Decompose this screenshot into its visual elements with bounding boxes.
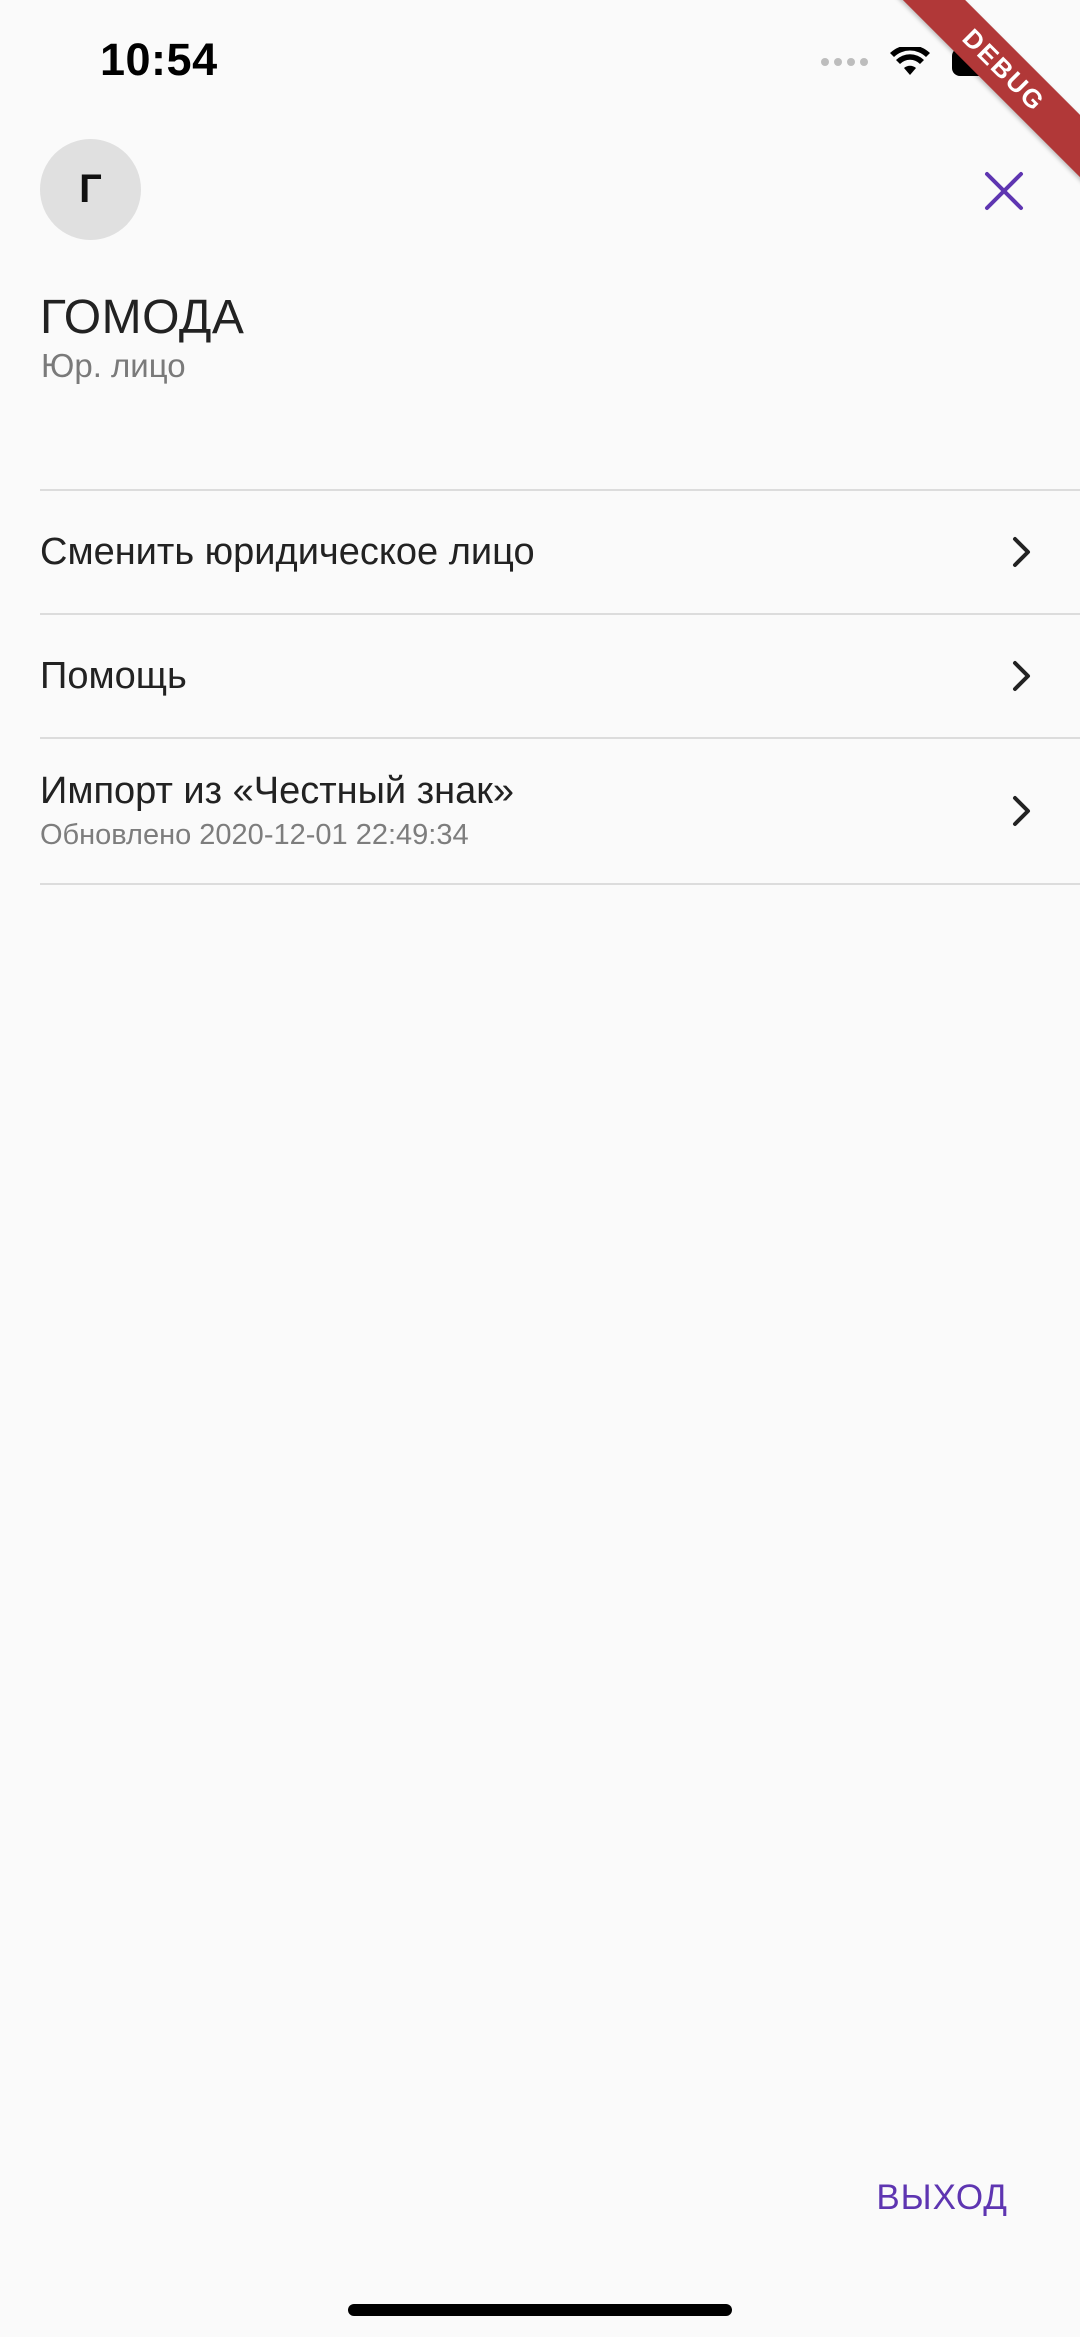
- divider: [40, 883, 1080, 885]
- menu-item-updated-timestamp: Обновлено 2020-12-01 22:49:34: [40, 819, 469, 851]
- status-time: 10:54: [100, 34, 218, 85]
- avatar: Г: [40, 139, 141, 240]
- home-indicator[interactable]: [348, 2304, 732, 2316]
- logout-button[interactable]: ВЫХОД: [876, 2178, 1008, 2218]
- account-screen: 10:54 DEBUG Г ГОМОДА Юр. лицо Сменить юр…: [0, 0, 1080, 2337]
- cellular-signal-icon: [821, 58, 868, 66]
- chevron-right-icon: [1004, 793, 1040, 829]
- close-icon: [985, 172, 1023, 210]
- menu-item-import-honest-sign[interactable]: Импорт из «Честный знак» Обновлено 2020-…: [40, 739, 1080, 883]
- menu-item-help[interactable]: Помощь: [40, 615, 1080, 737]
- menu-item-label: Сменить юридическое лицо: [40, 530, 535, 573]
- menu-item-change-legal-entity[interactable]: Сменить юридическое лицо: [40, 491, 1080, 613]
- wifi-icon: [890, 47, 930, 75]
- menu-item-label: Помощь: [40, 654, 187, 697]
- status-icons: [821, 42, 1015, 82]
- chevron-right-icon: [1004, 658, 1040, 694]
- chevron-right-icon: [1004, 534, 1040, 570]
- org-name: ГОМОДА: [40, 291, 245, 344]
- menu-item-label: Импорт из «Честный знак»: [40, 770, 514, 812]
- close-button[interactable]: [968, 155, 1040, 227]
- battery-icon: [952, 48, 1015, 76]
- menu-list: Сменить юридическое лицо Помощь Импорт и…: [40, 489, 1080, 885]
- org-type: Юр. лицо: [41, 347, 186, 384]
